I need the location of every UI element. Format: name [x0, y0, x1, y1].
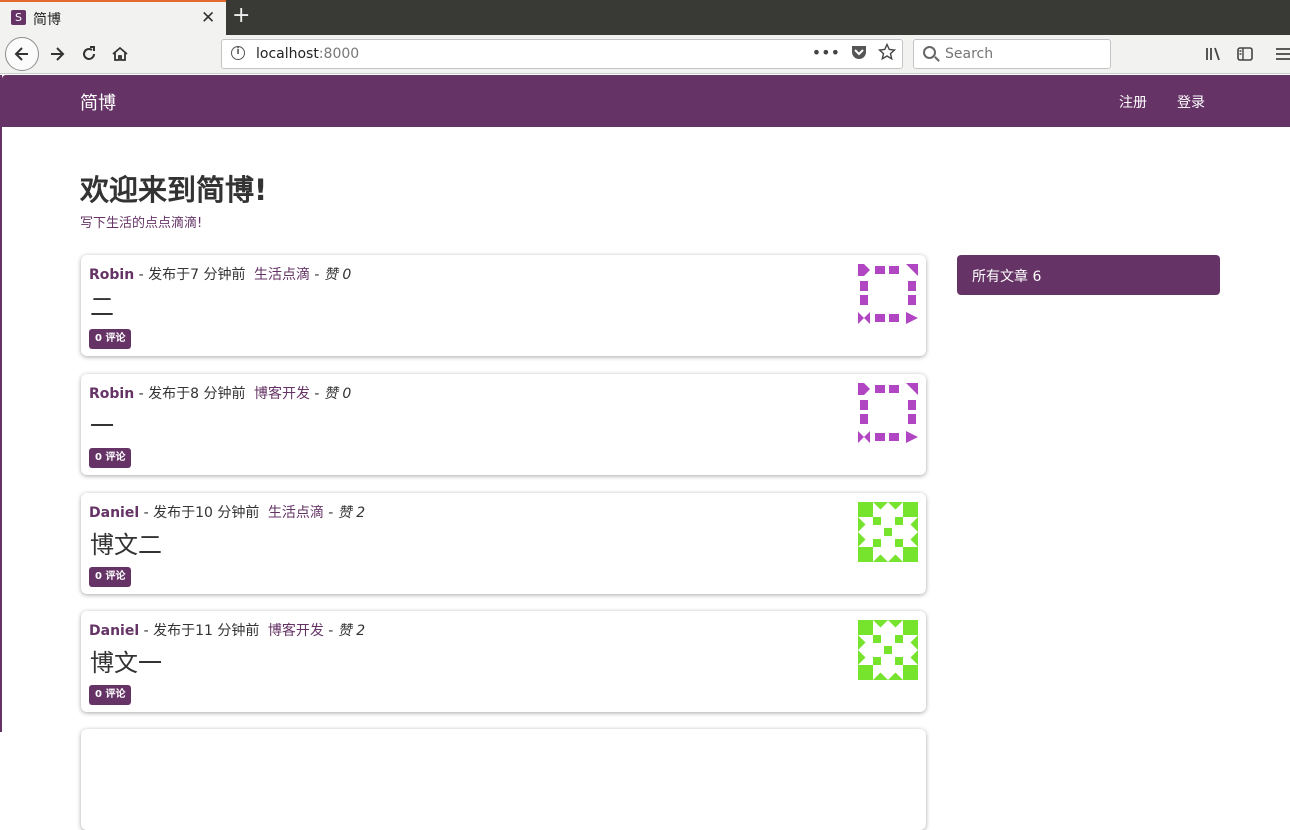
post-likes-prefix: - [328, 623, 338, 639]
search-bar[interactable] [913, 39, 1111, 69]
search-icon [923, 46, 936, 59]
site-header: 简博 注册 登录 [2, 75, 1290, 127]
post-likes: 赞 0 [323, 386, 352, 402]
comments-badge[interactable]: 0 评论 [89, 329, 132, 349]
bookmark-star-icon[interactable] [878, 43, 896, 61]
post-category-link[interactable]: 生活点滴 [254, 267, 310, 283]
post-card: Robin - 发布于7 分钟前 生活点滴 - 赞 0 二 0 评论 [81, 255, 926, 356]
post-likes: 赞 2 [337, 623, 366, 639]
back-icon[interactable] [5, 37, 39, 71]
sidebar-all-posts-label: 所有文章 6 [972, 269, 1042, 285]
new-tab-button[interactable]: + [232, 3, 250, 29]
menu-icon[interactable] [1275, 45, 1290, 63]
url-text: localhost:8000 [256, 46, 360, 62]
post-card [81, 729, 926, 830]
page-title: 欢迎来到简博! [80, 173, 268, 207]
post-time: - 发布于7 分钟前 [138, 267, 246, 283]
close-tab-icon[interactable]: ✕ [201, 7, 215, 29]
post-card: Robin - 发布于8 分钟前 博客开发 - 赞 0 一 0 评论 [81, 374, 926, 475]
post-title-link[interactable]: 博文一 [90, 643, 162, 678]
author-avatar-icon[interactable] [858, 264, 918, 324]
post-likes-prefix: - [314, 386, 324, 402]
post-category-link[interactable]: 博客开发 [254, 386, 310, 402]
post-title-link[interactable]: 博文二 [90, 525, 162, 560]
post-likes: 赞 0 [323, 267, 352, 283]
register-link[interactable]: 注册 [1119, 92, 1147, 112]
post-likes-prefix: - [328, 505, 338, 521]
browser-navigation-bar: i localhost:8000 ••• [0, 35, 1290, 74]
comments-badge[interactable]: 0 评论 [89, 685, 132, 705]
post-meta: Daniel - 发布于10 分钟前 生活点滴 - 赞 2 [89, 502, 365, 522]
tab-title: 简博 [33, 12, 61, 28]
post-time: - 发布于10 分钟前 [143, 505, 260, 521]
sidebar-all-posts[interactable]: 所有文章 6 [957, 255, 1220, 295]
post-author-link[interactable]: Robin [89, 267, 134, 283]
sidebar-icon[interactable] [1236, 45, 1254, 63]
page-subtitle: 写下生活的点点滴滴! [80, 216, 203, 231]
site-favicon-icon: S [11, 10, 26, 25]
web-page: 简博 注册 登录 欢迎来到简博! 写下生活的点点滴滴! Robin - 发布于7… [0, 75, 1290, 830]
post-meta: Robin - 发布于8 分钟前 博客开发 - 赞 0 [89, 383, 351, 403]
home-icon[interactable] [103, 37, 137, 71]
forward-icon[interactable] [40, 37, 74, 71]
post-author-link[interactable]: Daniel [89, 505, 139, 521]
post-meta: Daniel - 发布于11 分钟前 博客开发 - 赞 2 [89, 620, 365, 640]
author-avatar-icon[interactable] [858, 620, 918, 680]
url-bar[interactable]: i localhost:8000 ••• [221, 39, 903, 69]
login-link[interactable]: 登录 [1177, 92, 1205, 112]
browser-tab[interactable]: S 简博 ✕ [0, 0, 226, 35]
post-card: Daniel - 发布于10 分钟前 生活点滴 - 赞 2 博文二 0 评论 [81, 493, 926, 594]
reload-icon[interactable] [72, 37, 106, 71]
more-icon[interactable]: ••• [812, 43, 840, 62]
browser-tab-bar: S 简博 ✕ + [0, 0, 1290, 35]
post-likes: 赞 2 [337, 505, 366, 521]
post-likes-prefix: - [314, 267, 324, 283]
comments-badge[interactable]: 0 评论 [89, 567, 132, 587]
info-icon[interactable]: i [231, 46, 245, 60]
post-time: - 发布于8 分钟前 [138, 386, 246, 402]
post-card: Daniel - 发布于11 分钟前 博客开发 - 赞 2 博文一 0 评论 [81, 611, 926, 712]
post-meta: Robin - 发布于7 分钟前 生活点滴 - 赞 0 [89, 264, 351, 284]
library-icon[interactable] [1204, 45, 1222, 63]
post-time: - 发布于11 分钟前 [143, 623, 260, 639]
post-title-link[interactable]: 二 [90, 287, 114, 322]
brand-link[interactable]: 简博 [80, 89, 116, 115]
post-category-link[interactable]: 生活点滴 [268, 505, 324, 521]
post-title-link[interactable]: 一 [90, 406, 114, 441]
author-avatar-icon[interactable] [858, 383, 918, 443]
post-author-link[interactable]: Daniel [89, 623, 139, 639]
author-avatar-icon[interactable] [858, 502, 918, 562]
post-author-link[interactable]: Robin [89, 386, 134, 402]
comments-badge[interactable]: 0 评论 [89, 448, 132, 468]
pocket-icon[interactable] [850, 43, 868, 61]
search-input[interactable] [945, 46, 1095, 62]
post-category-link[interactable]: 博客开发 [268, 623, 324, 639]
